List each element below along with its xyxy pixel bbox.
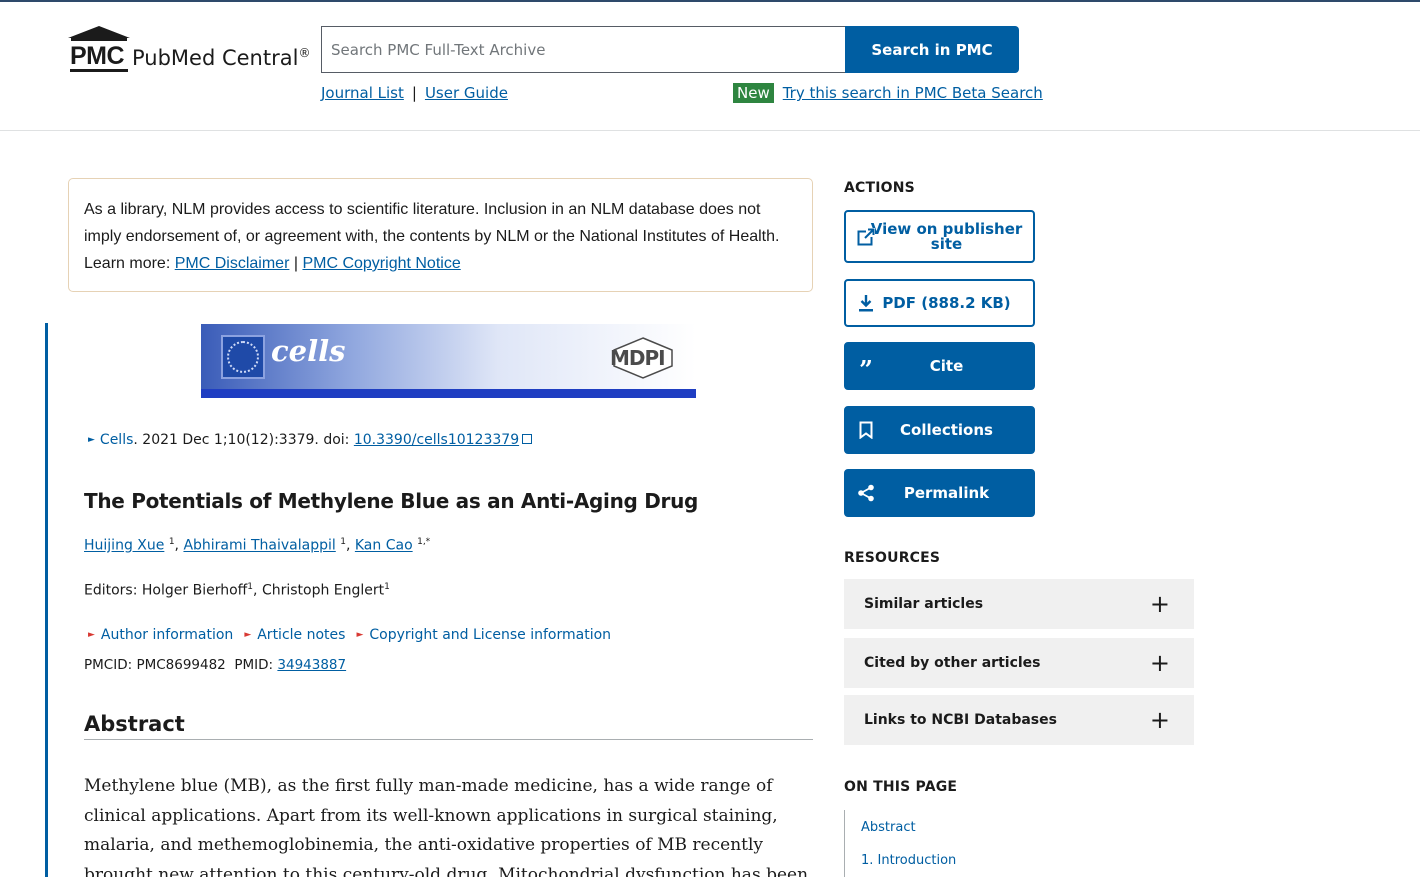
pmid-link[interactable]: 34943887 (277, 657, 346, 673)
beta-search-notice: New Try this search in PMC Beta Search (733, 83, 1043, 103)
citation-details: . 2021 Dec 1;10(12):3379. doi: (133, 432, 354, 448)
editor-affiliation: 1 (384, 582, 390, 592)
pmcid-label: PMCID: (84, 657, 137, 673)
learn-more-label: Learn more: (84, 255, 171, 272)
cite-button[interactable]: ” Cite (844, 342, 1035, 390)
new-badge: New (733, 83, 774, 103)
banner-publisher: MDPI (610, 346, 666, 370)
cited-by-accordion[interactable]: Cited by other articles + (844, 638, 1194, 688)
pmc-logo-mark-icon: PMC (68, 26, 130, 73)
similar-articles-accordion[interactable]: Similar articles + (844, 579, 1194, 629)
pmcid-value: PMC8699482 (136, 657, 226, 673)
article-info-links: ► Author information ► Article notes ► Copy… (88, 627, 611, 643)
toc-link-abstract[interactable]: Abstract (861, 820, 916, 835)
ncbi-links-accordion[interactable]: Links to NCBI Databases + (844, 695, 1194, 745)
disclaimer-text: As a library, NLM provides access to sci… (84, 201, 780, 245)
pdf-download-button[interactable]: PDF (888.2 KB) (844, 279, 1035, 327)
editor-list: Editors: Holger Bierhoff1, Christoph Eng… (84, 582, 390, 599)
cells-logo-icon (221, 335, 265, 379)
ncbi-links-label: Links to NCBI Databases (864, 712, 1057, 728)
download-icon (856, 293, 876, 313)
article-title: The Potentials of Methylene Blue as an A… (84, 489, 699, 513)
toc-link-introduction[interactable]: 1. Introduction (861, 853, 956, 868)
logo-abbrev: PMC (70, 42, 125, 70)
banner-journal-name: cells (271, 334, 346, 368)
expand-triangle-icon: ► (88, 630, 95, 640)
search-input[interactable] (321, 26, 846, 73)
copyright-license-toggle[interactable]: ► Copyright and License information (356, 627, 611, 643)
author-link[interactable]: Huijing Xue (84, 538, 164, 554)
journal-banner[interactable]: cells MDPI (201, 324, 696, 398)
editor-name: Holger Bierhoff (141, 582, 248, 599)
article-notes-toggle[interactable]: ► Article notes (244, 627, 345, 643)
logo-text: PubMed Central® (132, 46, 311, 70)
beta-search-link[interactable]: Try this search in PMC Beta Search (783, 84, 1043, 102)
article-left-border (45, 323, 48, 877)
site-header: PMC PubMed Central® Search in PMC Journa… (0, 2, 1420, 131)
similar-articles-label: Similar articles (864, 596, 984, 612)
author-link[interactable]: Abhirami Thaivalappil (183, 538, 335, 554)
collections-button[interactable]: Collections (844, 406, 1035, 454)
pmc-disclaimer-link[interactable]: PMC Disclaimer (175, 255, 290, 272)
pmc-logo[interactable]: PMC PubMed Central® (68, 26, 310, 73)
plus-icon: + (1149, 590, 1170, 618)
quote-icon: ” (859, 355, 873, 384)
expand-triangle-icon: ► (356, 630, 364, 640)
header-sublinks: Journal List | User Guide (321, 84, 508, 102)
author-affiliation: 1 (340, 537, 346, 547)
permalink-button[interactable]: Permalink (844, 469, 1035, 517)
pmid-label: PMID: (234, 657, 278, 673)
author-information-toggle[interactable]: ► Author information (88, 627, 233, 643)
author-affiliation: 1 (168, 537, 175, 547)
editor-name: Christoph Englert (261, 582, 385, 599)
search-button[interactable]: Search in PMC (845, 26, 1019, 73)
view-publisher-button[interactable]: View on publisher site (844, 210, 1035, 263)
author-list: Huijing Xue 1, Abhirami Thaivalappil 1, … (84, 537, 431, 554)
pmc-copyright-link[interactable]: PMC Copyright Notice (302, 255, 460, 272)
editors-label: Editors: (84, 582, 142, 599)
article-citation: ► Cells. 2021 Dec 1;10(12):3379. doi: 10.… (88, 432, 533, 448)
expand-triangle-icon: ► (88, 435, 95, 445)
actions-label: ACTIONS (844, 180, 915, 196)
plus-icon: + (1149, 706, 1170, 734)
external-link-icon (522, 434, 533, 444)
journal-list-link[interactable]: Journal List (321, 84, 404, 102)
plus-icon: + (1149, 649, 1170, 677)
cited-by-label: Cited by other articles (864, 655, 1041, 671)
abstract-heading: Abstract (84, 712, 813, 740)
link-separator: | (411, 84, 417, 102)
on-this-page-label: ON THIS PAGE (844, 779, 958, 795)
abstract-text: Methylene blue (MB), as the first fully … (84, 776, 809, 877)
author-affiliation: 1,* (417, 537, 431, 547)
resources-label: RESOURCES (844, 550, 941, 566)
author-link[interactable]: Kan Cao (355, 538, 413, 554)
doi-link[interactable]: 10.3390/cells10123379 (354, 432, 519, 448)
banner-bottom-stripe (201, 389, 696, 398)
disclaimer-separator: | (293, 255, 298, 272)
expand-triangle-icon: ► (244, 630, 252, 640)
user-guide-link[interactable]: User Guide (425, 84, 508, 102)
editor-affiliation: 1 (247, 582, 254, 592)
on-this-page-nav: Abstract 1. Introduction (844, 810, 956, 877)
external-link-icon (856, 227, 876, 247)
nlm-disclaimer: As a library, NLM provides access to sci… (68, 178, 813, 292)
article-ids: PMCID: PMC8699482 PMID: 34943887 (84, 657, 346, 673)
bookmark-icon (856, 420, 876, 440)
citation-journal-link[interactable]: Cells (100, 432, 133, 448)
share-icon (856, 483, 876, 503)
mdpi-logo-icon: MDPI (610, 336, 676, 379)
